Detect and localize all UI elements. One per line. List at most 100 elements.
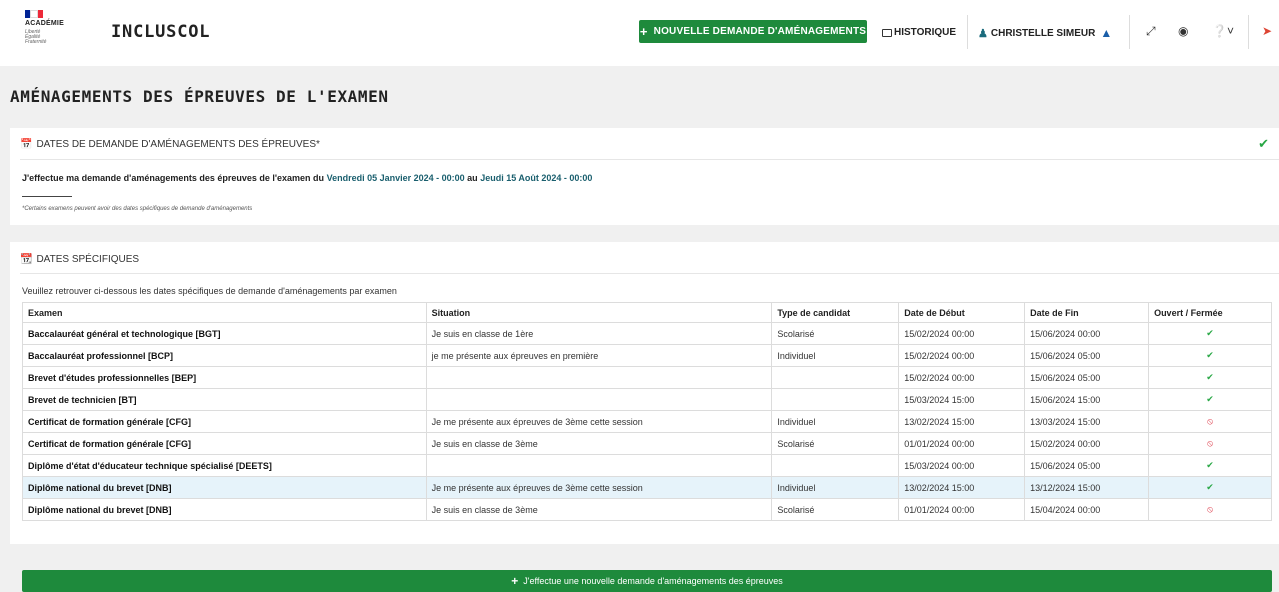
check-circle-icon: ✔: [1206, 328, 1214, 338]
academie-label: ACADÉMIE: [25, 20, 64, 27]
column-header[interactable]: Date de Fin: [1024, 302, 1150, 323]
start-date-cell: 15/02/2024 00:00: [898, 366, 1026, 389]
column-header[interactable]: Situation: [425, 302, 773, 323]
divider: [20, 159, 1279, 160]
header-divider: [1248, 15, 1249, 49]
academie-logo[interactable]: ACADÉMIE Liberté Égalité Fraternité: [25, 10, 85, 60]
check-circle-icon: ✔: [1206, 482, 1214, 492]
start-date-cell: 15/02/2024 00:00: [898, 344, 1026, 367]
candidate-type-cell: Individuel: [771, 344, 900, 367]
specific-dates-table: Examen Situation Type de candidat Date d…: [22, 302, 1272, 521]
situation-cell: Je suis en classe de 3ème: [425, 432, 773, 455]
exam-cell: Brevet de technicien [BT]: [22, 388, 427, 411]
footnote: *Certains examens peuvent avoir des date…: [22, 206, 253, 212]
table-row[interactable]: Certificat de formation générale [CFG] Je…: [22, 432, 1272, 455]
check-circle-icon: ✔: [1258, 136, 1269, 151]
start-date: Vendredi 05 Janvier 2024 - 00:00: [326, 173, 465, 183]
column-header[interactable]: Examen: [22, 302, 427, 323]
exam-cell: Certificat de formation générale [CFG]: [22, 410, 427, 433]
status-cell: ✔: [1148, 366, 1272, 389]
start-date-cell: 01/01/2024 00:00: [898, 432, 1026, 455]
new-request-button[interactable]: + NOUVELLE DEMANDE D'AMÉNAGEMENTS: [639, 20, 867, 43]
exam-cell: Diplôme d'état d'éducateur technique spé…: [22, 454, 427, 477]
exam-cell: Baccalauréat général et technologique [B…: [22, 322, 427, 345]
app-title[interactable]: INCLUSCOL: [111, 22, 210, 42]
situation-cell: Je suis en classe de 3ème: [425, 498, 773, 521]
end-date-cell: 15/06/2024 05:00: [1024, 344, 1150, 367]
end-date-cell: 15/06/2024 05:00: [1024, 366, 1150, 389]
plus-icon: +: [639, 24, 648, 39]
start-date-cell: 15/02/2024 00:00: [898, 322, 1026, 345]
table-row[interactable]: Diplôme d'état d'éducateur technique spé…: [22, 454, 1272, 477]
candidate-type-cell: Individuel: [771, 410, 900, 433]
end-date-cell: 15/02/2024 00:00: [1024, 432, 1150, 455]
divider: [20, 273, 1279, 274]
history-link[interactable]: HISTORIQUE: [882, 27, 956, 38]
start-date-cell: 01/01/2024 00:00: [898, 498, 1026, 521]
column-header[interactable]: Ouvert / Fermée: [1148, 302, 1272, 323]
start-date-cell: 15/03/2024 15:00: [898, 388, 1026, 411]
status-cell: ✔: [1148, 476, 1272, 499]
table-row[interactable]: Brevet d'études professionnelles [BEP] 15…: [22, 366, 1272, 389]
candidate-type-cell: Scolarisé: [771, 322, 900, 345]
candidate-type-cell: Scolarisé: [771, 432, 900, 455]
calendar-icon: 📅: [20, 139, 33, 150]
top-header: ACADÉMIE Liberté Égalité Fraternité INCL…: [0, 0, 1279, 66]
candidate-type-cell: [771, 388, 900, 411]
expand-icon[interactable]: ⤢: [1146, 24, 1156, 39]
end-date-cell: 15/06/2024 15:00: [1024, 388, 1150, 411]
dates-card: 📅 DATES DE DEMANDE D'AMÉNAGEMENTS DES ÉP…: [10, 128, 1279, 225]
table-row[interactable]: Baccalauréat général et technologique [B…: [22, 322, 1272, 345]
table-row[interactable]: Brevet de technicien [BT] 15/03/2024 15:0…: [22, 388, 1272, 411]
end-date-cell: 15/06/2024 05:00: [1024, 454, 1150, 477]
plus-icon: +: [511, 574, 519, 588]
user-menu[interactable]: ♟ CHRISTELLE SIMEUR ▲: [978, 26, 1112, 40]
specific-dates-card: 📆 DATES SPÉCIFIQUES Veuillez retrouver c…: [10, 242, 1279, 544]
help-icon[interactable]: ❔˅: [1212, 24, 1234, 38]
candidate-type-cell: [771, 454, 900, 477]
end-date-cell: 15/06/2024 00:00: [1024, 322, 1150, 345]
table-row[interactable]: Diplôme national du brevet [DNB] Je me pr…: [22, 476, 1272, 499]
logout-icon[interactable]: ➤: [1262, 24, 1272, 38]
situation-cell: je me présente aux épreuves en première: [425, 344, 773, 367]
table-row[interactable]: Certificat de formation générale [CFG] Je…: [22, 410, 1272, 433]
specific-dates-intro: Veuillez retrouver ci-dessous les dates …: [22, 286, 397, 296]
status-cell: ✔: [1148, 322, 1272, 345]
end-date: Jeudi 15 Août 2024 - 00:00: [480, 173, 593, 183]
situation-cell: [425, 366, 773, 389]
status-cell: ✔: [1148, 454, 1272, 477]
start-date-cell: 13/02/2024 15:00: [898, 410, 1026, 433]
end-date-cell: 13/12/2024 15:00: [1024, 476, 1150, 499]
situation-cell: Je me présente aux épreuves de 3ème cett…: [425, 476, 773, 499]
end-date-cell: 15/04/2024 00:00: [1024, 498, 1150, 521]
graduation-cap-icon: ▲: [1100, 26, 1113, 40]
new-request-label: NOUVELLE DEMANDE D'AMÉNAGEMENTS: [653, 26, 867, 37]
exam-cell: Certificat de formation générale [CFG]: [22, 432, 427, 455]
candidate-type-cell: Individuel: [771, 476, 900, 499]
end-date-cell: 13/03/2024 15:00: [1024, 410, 1150, 433]
french-flag-icon: [25, 10, 43, 18]
page-title: AMÉNAGEMENTS DES ÉPREUVES DE L'EXAMEN: [10, 87, 389, 106]
specific-dates-title: 📆 DATES SPÉCIFIQUES: [20, 254, 140, 265]
ban-icon: ⦸: [1207, 504, 1213, 514]
footnote-divider: [22, 196, 72, 197]
status-cell: ⦸: [1148, 432, 1272, 455]
table-row[interactable]: Diplôme national du brevet [DNB] Je suis …: [22, 498, 1272, 521]
check-circle-icon: ✔: [1206, 460, 1214, 470]
column-header[interactable]: Date de Début: [898, 302, 1026, 323]
eye-icon[interactable]: ◉: [1178, 24, 1188, 38]
column-header[interactable]: Type de candidat: [771, 302, 900, 323]
new-request-bottom-button[interactable]: + J'effectue une nouvelle demande d'amén…: [22, 570, 1272, 592]
situation-cell: [425, 454, 773, 477]
dates-sentence: J'effectue ma demande d'aménagements des…: [22, 173, 593, 183]
status-cell: ✔: [1148, 344, 1272, 367]
calendar-icon: 📆: [20, 254, 33, 265]
table-header-row: Examen Situation Type de candidat Date d…: [22, 302, 1272, 323]
status-cell: ✔: [1148, 388, 1272, 411]
candidate-type-cell: Scolarisé: [771, 498, 900, 521]
situation-cell: Je me présente aux épreuves de 3ème cett…: [425, 410, 773, 433]
user-icon: ♟: [978, 27, 988, 40]
header-divider: [1129, 15, 1130, 49]
start-date-cell: 15/03/2024 00:00: [898, 454, 1026, 477]
table-row[interactable]: Baccalauréat professionnel [BCP] je me pr…: [22, 344, 1272, 367]
